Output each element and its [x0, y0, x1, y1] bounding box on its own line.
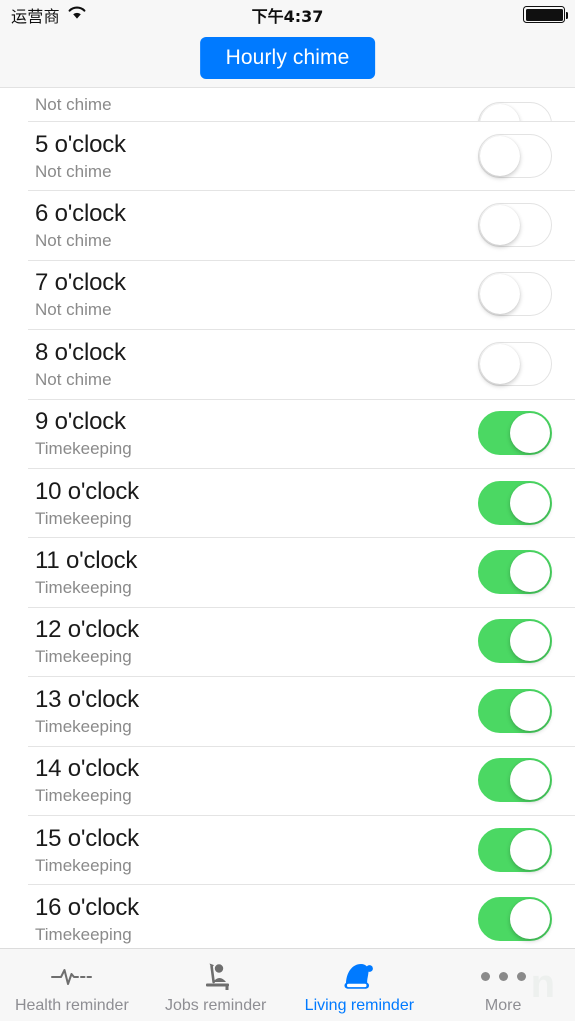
toggle-knob [510, 829, 550, 870]
list-item-text: 9 o'clock Timekeeping [35, 407, 132, 459]
chime-toggle-switch[interactable] [478, 688, 552, 733]
list-item[interactable]: 16 o'clock Timekeeping [0, 884, 575, 948]
list-item-text: 16 o'clock Timekeeping [35, 893, 139, 945]
list-item-title: 7 o'clock [35, 269, 126, 297]
list-item[interactable]: 8 o'clock Not chime [0, 329, 575, 399]
chime-toggle-switch[interactable] [478, 480, 552, 525]
toggle-knob [480, 274, 520, 315]
list-item-title: 9 o'clock [35, 408, 126, 436]
list-item-subtitle: Timekeeping [35, 924, 132, 944]
santa-hat-icon [340, 959, 378, 993]
list-item-subtitle: Not chime [35, 95, 112, 114]
list-item-text: 11 o'clock Timekeeping [35, 546, 137, 598]
status-bar-right [523, 6, 568, 23]
list-item[interactable]: 15 o'clock Timekeeping [0, 814, 575, 885]
worker-person-icon [197, 959, 235, 993]
list-item-text: 12 o'clock Timekeeping [35, 615, 139, 667]
toggle-knob [480, 135, 520, 176]
toggle-knob [510, 482, 550, 523]
tab-jobs-reminder[interactable]: Jobs reminder [144, 949, 288, 1021]
status-bar: 运营商 下午4:37 [0, 0, 575, 28]
list-item-text: 10 o'clock Timekeeping [35, 477, 139, 529]
list-item-subtitle: Not chime [35, 231, 112, 251]
list-item-subtitle: Not chime [35, 161, 112, 181]
app-screen: 运营商 下午4:37 Hourly chime Not chime 5 o'cl… [0, 0, 575, 1021]
list-item[interactable]: 5 o'clock Not chime [0, 121, 575, 191]
list-item[interactable]: 10 o'clock Timekeeping [0, 467, 575, 538]
list-item-text: 13 o'clock Timekeeping [35, 685, 139, 737]
tab-health-reminder[interactable]: Health reminder [0, 949, 144, 1021]
list-item-title: 16 o'clock [35, 893, 139, 921]
list-item[interactable]: 12 o'clock Timekeeping [0, 606, 575, 677]
nav-bar: Hourly chime [0, 28, 575, 87]
list-item-text: 6 o'clock Not chime [35, 199, 126, 251]
toggle-knob [510, 621, 550, 662]
chime-toggle-switch[interactable] [478, 550, 552, 595]
tab-label: Jobs reminder [164, 997, 267, 1014]
list-item[interactable]: 11 o'clock Timekeeping [0, 537, 575, 607]
list-item[interactable]: 9 o'clock Timekeeping [0, 398, 575, 468]
toggle-knob [510, 690, 550, 731]
list-item-title: 15 o'clock [35, 824, 139, 852]
list-item-title: 5 o'clock [35, 130, 126, 158]
heartbeat-icon [50, 959, 94, 993]
list-item[interactable]: 13 o'clock Timekeeping [0, 676, 575, 746]
list-item-title: 8 o'clock [35, 338, 126, 366]
toggle-knob [510, 760, 550, 801]
header: 运营商 下午4:37 Hourly chime [0, 0, 575, 88]
chime-toggle-switch[interactable] [478, 411, 552, 456]
list-item-subtitle: Not chime [35, 300, 112, 320]
list-item-text: Not chime [35, 92, 112, 115]
list-item-title: 10 o'clock [35, 477, 139, 505]
list-item-subtitle: Not chime [35, 369, 112, 389]
chime-toggle-switch[interactable] [478, 758, 552, 803]
tab-living-reminder[interactable]: Living reminder [288, 949, 432, 1021]
list-item-title: 14 o'clock [35, 755, 139, 783]
tab-label: Living reminder [304, 997, 415, 1014]
list-item-subtitle: Timekeeping [35, 716, 132, 736]
toggle-knob [510, 413, 550, 454]
list-item-subtitle: Timekeeping [35, 786, 132, 806]
list-item-text: 7 o'clock Not chime [35, 268, 126, 320]
list-item-subtitle: Timekeeping [35, 508, 132, 528]
chime-toggle-switch[interactable] [478, 341, 552, 386]
tab-label: Health reminder [14, 997, 129, 1014]
chime-toggle-switch[interactable] [478, 619, 552, 664]
chime-toggle-switch[interactable] [478, 896, 552, 941]
hourly-chime-button[interactable]: Hourly chime [199, 37, 376, 79]
toggle-knob [510, 552, 550, 593]
list-item-subtitle: Timekeeping [35, 647, 132, 667]
list-item[interactable]: 14 o'clock Timekeeping [0, 745, 575, 815]
chime-toggle-switch[interactable] [478, 272, 552, 317]
battery-full-icon [523, 6, 568, 23]
toggle-knob [480, 343, 520, 384]
tab-label: More [484, 997, 522, 1014]
list-item-text: 15 o'clock Timekeeping [35, 824, 139, 876]
list-item-title: 12 o'clock [35, 616, 139, 644]
chime-toggle-switch[interactable] [478, 827, 552, 872]
list-item[interactable]: 7 o'clock Not chime [0, 259, 575, 330]
toggle-knob [510, 898, 550, 939]
list-item-title: 6 o'clock [35, 200, 126, 228]
toggle-knob [480, 205, 520, 246]
list-item[interactable]: 6 o'clock Not chime [0, 190, 575, 260]
tab-more[interactable]: More [431, 949, 575, 1021]
list-item-text: 8 o'clock Not chime [35, 338, 126, 390]
ellipsis-icon [480, 959, 526, 993]
chime-toggle-switch[interactable] [478, 133, 552, 178]
list-item[interactable]: Not chime [0, 88, 575, 146]
status-bar-time: 下午4:37 [251, 7, 324, 26]
list-item-title: 11 o'clock [35, 547, 138, 575]
chime-toggle-switch[interactable] [478, 203, 552, 248]
list-item-subtitle: Timekeeping [35, 855, 132, 875]
list-item-title: 13 o'clock [35, 685, 139, 713]
hour-list[interactable]: Not chime 5 o'clock Not chime 6 o'clock Not … [0, 88, 575, 948]
list-item-subtitle: Timekeeping [35, 439, 132, 459]
list-item-text: 14 o'clock Timekeeping [35, 754, 139, 806]
list-item-subtitle: Timekeeping [35, 578, 132, 598]
tab-bar: Health reminder Jobs reminder Living rem… [0, 948, 575, 1021]
list-item-text: 5 o'clock Not chime [35, 130, 126, 182]
